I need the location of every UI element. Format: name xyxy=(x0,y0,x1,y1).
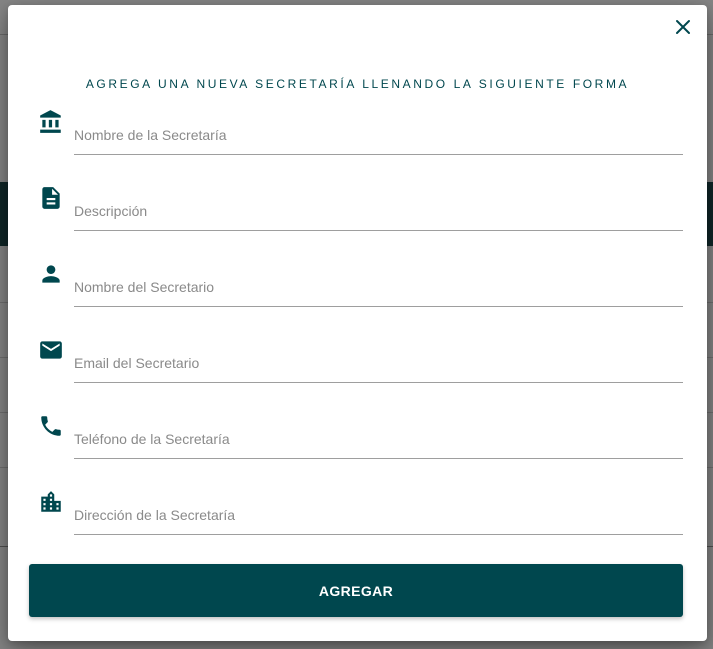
bank-icon xyxy=(40,110,61,133)
close-button[interactable] xyxy=(669,13,697,41)
secretary-email-field xyxy=(34,337,684,387)
person-icon xyxy=(42,265,60,283)
secretaria-address-input[interactable] xyxy=(74,489,683,535)
dialog-title: AGREGA UNA NUEVA SECRETARÍA LLENANDO LA … xyxy=(85,77,630,91)
description-field xyxy=(34,185,684,235)
close-icon xyxy=(676,20,690,34)
add-button[interactable]: AGREGAR xyxy=(29,564,683,617)
description-input[interactable] xyxy=(74,185,683,231)
secretaria-phone-input[interactable] xyxy=(74,413,683,459)
building-icon xyxy=(41,491,61,512)
phone-icon xyxy=(41,416,61,436)
email-icon xyxy=(40,341,62,359)
add-secretaria-dialog: AGREGA UNA NUEVA SECRETARÍA LLENANDO LA … xyxy=(8,5,707,641)
secretary-email-input[interactable] xyxy=(74,337,683,383)
secretaria-phone-field xyxy=(34,413,684,463)
secretaria-name-input[interactable] xyxy=(74,109,683,155)
document-icon xyxy=(42,187,60,209)
secretary-name-field xyxy=(34,261,684,311)
secretaria-address-field xyxy=(34,489,684,539)
secretaria-name-field xyxy=(34,109,684,159)
secretary-name-input[interactable] xyxy=(74,261,683,307)
